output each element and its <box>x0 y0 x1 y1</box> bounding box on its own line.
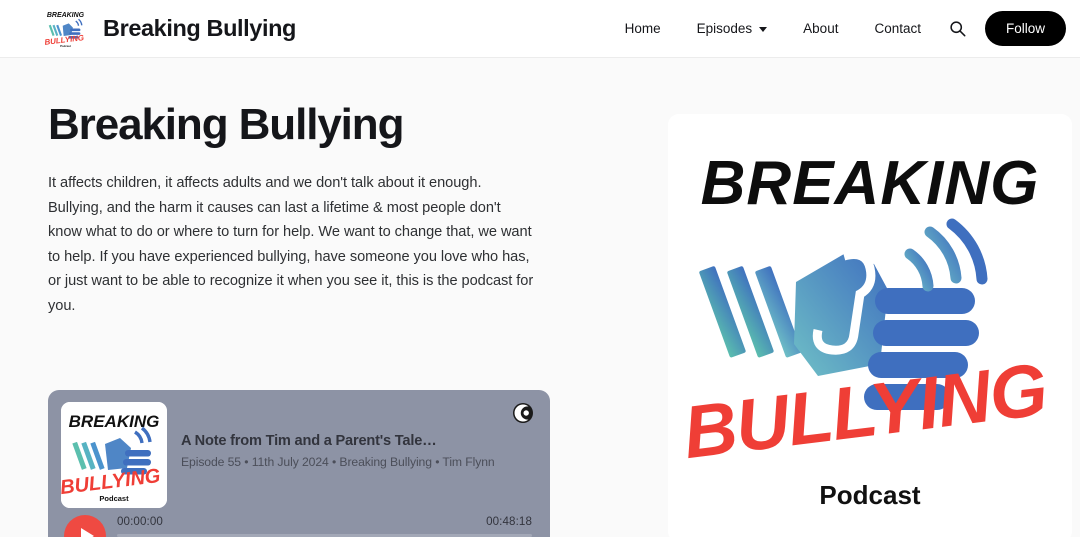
current-time: 00:00:00 <box>117 515 163 528</box>
brand-title: Breaking Bullying <box>103 15 296 41</box>
follow-button[interactable]: Follow <box>984 11 1066 46</box>
chevron-down-icon <box>759 27 768 32</box>
nav-label-home: Home <box>624 21 661 36</box>
svg-text:Podcast: Podcast <box>99 494 129 503</box>
play-button[interactable] <box>64 515 106 537</box>
show-info-column: Breaking Bullying It affects children, i… <box>48 100 550 318</box>
header-brand[interactable]: BREAKING BULLYING Podcast Breaking Bully… <box>0 8 296 49</box>
page-root: BREAKING BULLYING Podcast Breaking Bully… <box>0 0 1080 537</box>
podcast-artwork-image: BREAKING BULLYING Podcast <box>668 114 1072 537</box>
player-episode-subtitle: Episode 55 • 11th July 2024 • Breaking B… <box>181 455 495 469</box>
nav-item-about[interactable]: About <box>785 21 856 36</box>
svg-text:BREAKING: BREAKING <box>69 412 160 431</box>
nav-item-contact[interactable]: Contact <box>856 21 939 36</box>
player-episode-meta: A Note from Tim and a Parent's Tale… Epi… <box>181 433 500 469</box>
nav-item-home[interactable]: Home <box>607 21 679 36</box>
primary-nav: Home Episodes About Contact Follow <box>607 0 1080 57</box>
podcast-artwork-thumbnail-icon: BREAKING BULLYING Podcast <box>61 402 167 508</box>
player-episode-title: A Note from Tim and a Parent's Tale… <box>181 433 437 449</box>
svg-text:BREAKING: BREAKING <box>47 11 85 18</box>
svg-text:Podcast: Podcast <box>60 44 71 48</box>
svg-text:BREAKING: BREAKING <box>701 149 1040 218</box>
nav-label-episodes: Episodes <box>696 21 753 36</box>
main-content: Breaking Bullying It affects children, i… <box>0 58 1080 537</box>
player-time-row: 00:00:00 00:48:18 <box>117 515 532 528</box>
site-header: BREAKING BULLYING Podcast Breaking Bully… <box>0 0 1080 57</box>
play-icon <box>80 528 94 537</box>
captivate-logo-icon[interactable] <box>512 402 534 424</box>
svg-text:Podcast: Podcast <box>819 480 920 510</box>
show-description: It affects children, it affects adults a… <box>48 175 534 314</box>
player-controls: 00:00:00 00:48:18 15 <box>48 515 550 537</box>
player-header: BREAKING BULLYING Podcast A Note from Ti… <box>48 390 550 518</box>
podcast-artwork-card: BREAKING BULLYING Podcast <box>668 114 1072 537</box>
breaking-bullying-logo-icon: BREAKING BULLYING Podcast <box>42 8 89 49</box>
page-title: Breaking Bullying <box>48 100 404 149</box>
nav-label-contact: Contact <box>874 21 921 36</box>
nav-label-about: About <box>803 21 839 36</box>
search-icon[interactable] <box>941 12 975 46</box>
nav-item-episodes[interactable]: Episodes <box>679 21 786 36</box>
audio-player-card: BREAKING BULLYING Podcast A Note from Ti… <box>48 390 550 537</box>
duration-time: 00:48:18 <box>486 515 532 528</box>
